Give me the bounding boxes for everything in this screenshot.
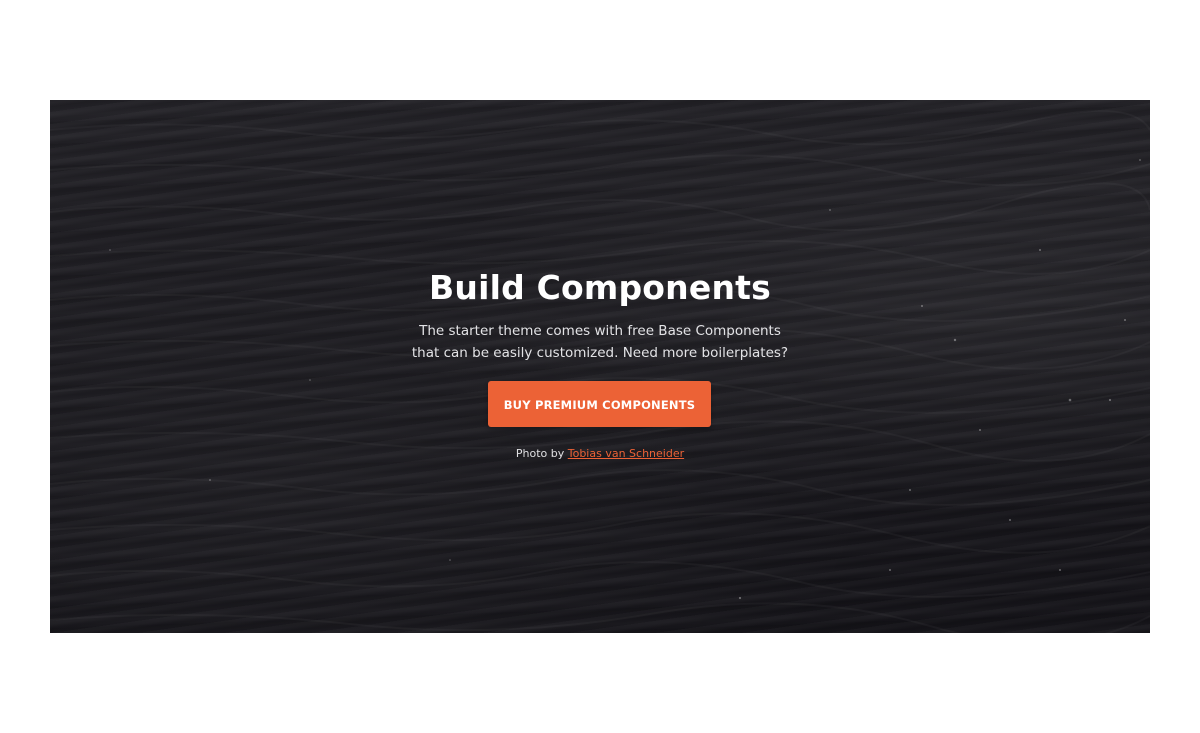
photo-credit-prefix: Photo by — [515, 447, 565, 460]
page: Build Components The starter theme comes… — [0, 0, 1200, 733]
hero-description-line: The starter theme comes with free Base C… — [419, 323, 781, 339]
buy-premium-components-button[interactable]: BUY PREMIUM COMPONENTS — [488, 381, 711, 427]
hero-description: The starter theme comes with free Base C… — [390, 320, 810, 364]
photographer-link[interactable]: Tobias van Schneider — [568, 447, 684, 460]
hero-description-line: that can be easily customized. Need more… — [411, 345, 789, 361]
hero-section: Build Components The starter theme comes… — [50, 100, 1150, 633]
hero-title: Build Components — [429, 268, 771, 307]
photo-credit: Photo by Tobias van Schneider — [50, 446, 1150, 462]
hero-content: Build Components The starter theme comes… — [50, 100, 1150, 633]
